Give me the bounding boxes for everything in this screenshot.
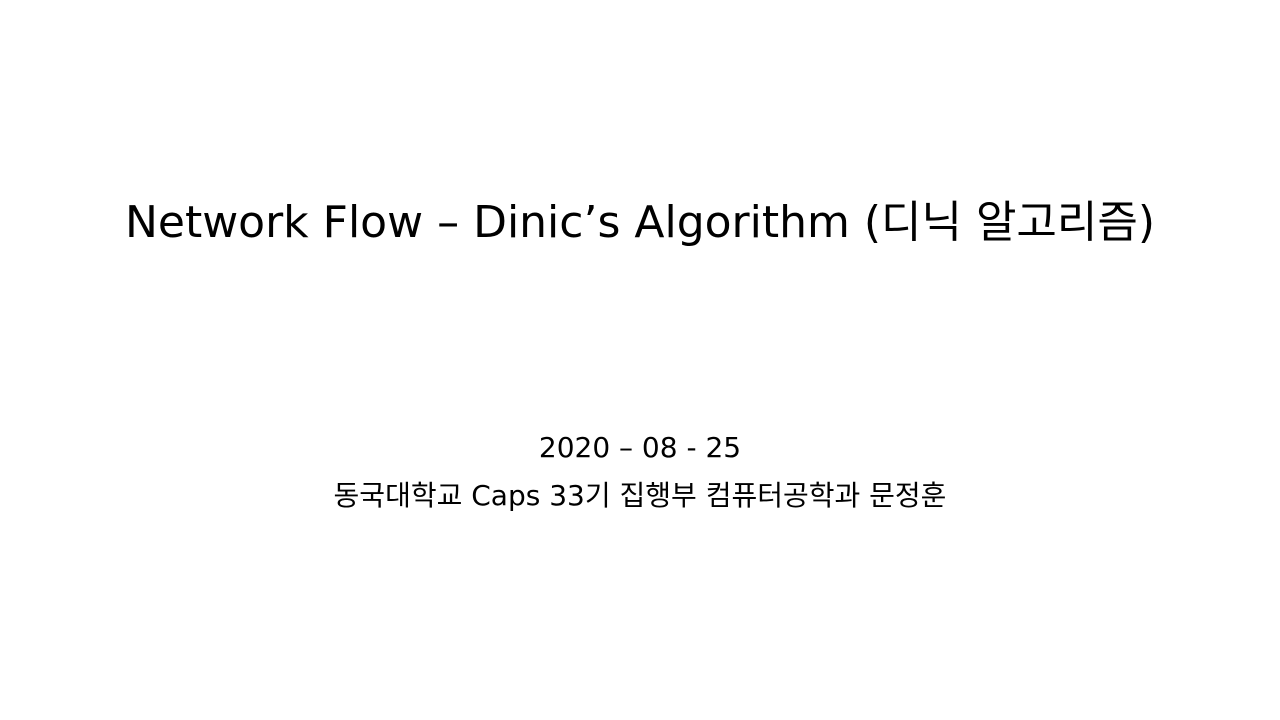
presentation-date: 2020 – 08 - 25	[538, 431, 742, 464]
title-slide: Network Flow – Dinic’s Algorithm (디닉 알고리…	[0, 0, 1280, 720]
slide-subtitle: 2020 – 08 - 25 동국대학교 Caps 33기 집행부 컴퓨터공학과…	[0, 424, 1280, 520]
presenter-info: 동국대학교 Caps 33기 집행부 컴퓨터공학과 문정훈	[333, 479, 947, 512]
slide-title: Network Flow – Dinic’s Algorithm (디닉 알고리…	[124, 197, 1156, 248]
